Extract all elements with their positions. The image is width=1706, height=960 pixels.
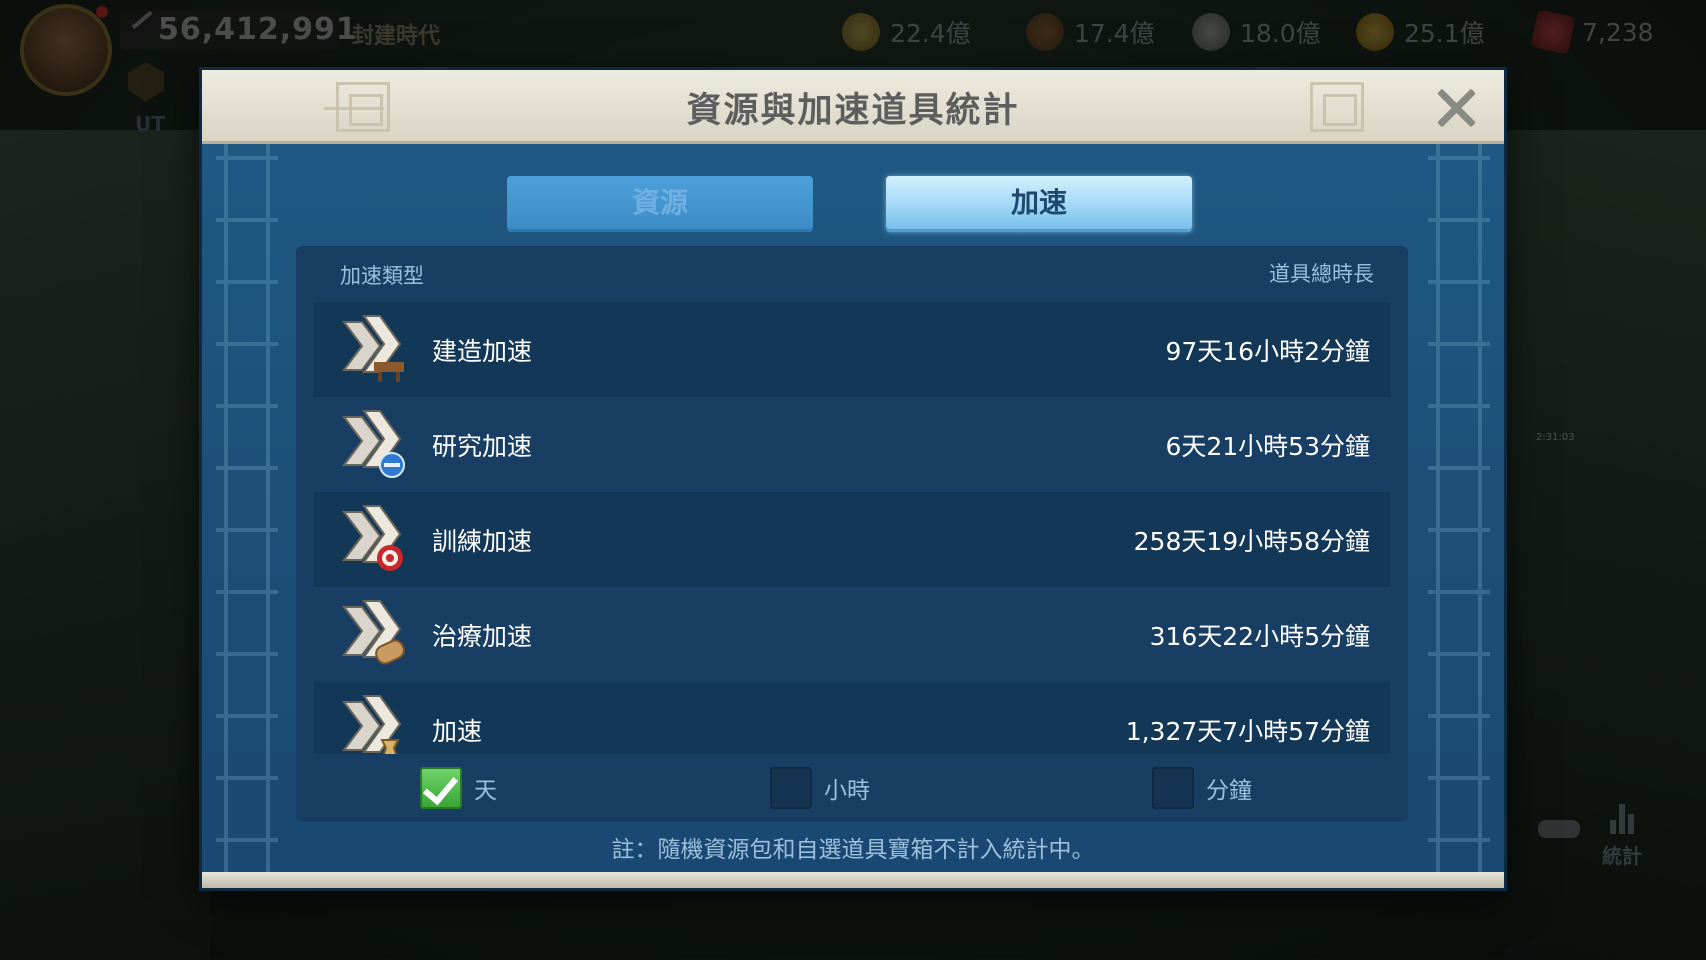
modal-bottom-edge [202,872,1504,888]
unit-checkbox-hours[interactable]: 小時 [770,766,870,810]
checkbox-checked-icon[interactable] [420,767,462,809]
column-header-type: 加速類型 [340,264,424,288]
tab-resources[interactable]: 資源 [507,176,813,232]
speedup-total-time: 6天21小時53分鐘 [1165,432,1370,461]
checkbox-label: 分鐘 [1206,778,1252,804]
speedup-list[interactable]: 建造加速 97天16小時2分鐘 研究加速 6天21小時53分鐘 訓練加速 258… [314,302,1390,754]
speedup-name: 建造加速 [432,337,533,366]
modal-title: 資源與加速道具統計 [686,91,1020,131]
training-speedup-icon [342,505,403,571]
decorative-border-right [1428,144,1490,872]
universal-speedup-icon [342,695,402,754]
speedup-name: 研究加速 [432,432,533,461]
research-speedup-icon [342,410,405,478]
checkbox-label: 小時 [824,778,870,804]
column-header-total: 道具總時長 [1269,262,1374,286]
close-icon[interactable] [1430,82,1482,134]
speedup-total-time: 1,327天7小時57分鐘 [1125,717,1370,746]
build-speedup-icon [342,315,404,382]
footnote: 註：隨機資源包和自選道具寶箱不計入統計中。 [611,837,1095,863]
speedup-name: 訓練加速 [432,527,533,556]
healing-speedup-icon [342,600,405,665]
checkbox-label: 天 [474,778,497,804]
title-bar: 資源與加速道具統計 [202,70,1504,144]
checkbox-icon[interactable] [770,767,812,809]
speedup-name: 治療加速 [432,622,533,651]
tab-speedups[interactable]: 加速 [886,176,1192,232]
unit-checkbox-days[interactable]: 天 [420,766,497,810]
decorative-border-left [216,144,278,872]
list-item: 訓練加速 258天19小時58分鐘 [314,492,1390,587]
list-item: 研究加速 6天21小時53分鐘 [314,397,1390,492]
statistics-modal: 資源與加速道具統計 資源 加速 加速類型 道具總時長 建造加速 97天16小時2… [202,70,1504,888]
list-item: 治療加速 316天22小時5分鐘 [314,587,1390,682]
unit-checkbox-minutes[interactable]: 分鐘 [1152,766,1252,810]
speedup-total-time: 258天19小時58分鐘 [1133,527,1370,556]
speedup-total-time: 316天22小時5分鐘 [1149,622,1370,651]
checkbox-icon[interactable] [1152,767,1194,809]
list-item: 加速 1,327天7小時57分鐘 [314,682,1390,754]
speedup-total-time: 97天16小時2分鐘 [1165,337,1370,366]
list-item: 建造加速 97天16小時2分鐘 [314,302,1390,397]
speedup-list-panel: 加速類型 道具總時長 建造加速 97天16小時2分鐘 研究加速 6天21小時53… [296,246,1408,822]
speedup-name: 加速 [432,717,483,746]
